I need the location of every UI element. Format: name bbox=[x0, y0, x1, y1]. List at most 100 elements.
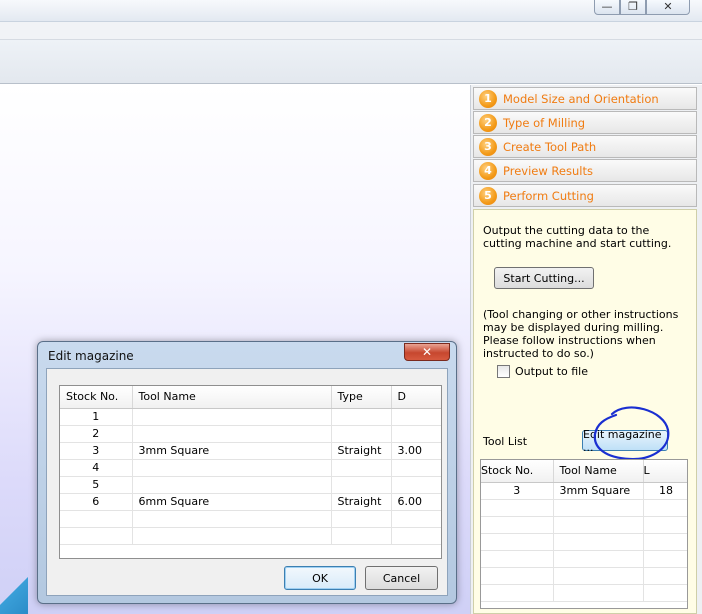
column-header[interactable]: Stock No. bbox=[481, 460, 554, 483]
step-label: Create Tool Path bbox=[503, 139, 597, 154]
table-row[interactable]: 4 bbox=[60, 459, 441, 477]
dialog-close-button[interactable]: ✕ bbox=[404, 343, 450, 361]
table-cell: 6.00 bbox=[391, 493, 441, 511]
table-cell: Straight bbox=[331, 493, 392, 511]
table-cell: 3mm Square bbox=[553, 482, 644, 500]
magazine-table: Stock No. Tool Name Type D 1 2 3 3mm Squa… bbox=[59, 385, 442, 559]
table-cell bbox=[331, 510, 392, 528]
instructions-note: (Tool changing or other instructions may… bbox=[483, 308, 679, 360]
table-row[interactable] bbox=[481, 550, 687, 568]
title-bar: — ❐ ✕ bbox=[0, 0, 702, 22]
table-cell bbox=[643, 584, 687, 602]
table-cell bbox=[132, 527, 332, 545]
canvas-accent bbox=[0, 574, 28, 614]
window-controls: — ❐ ✕ bbox=[594, 0, 698, 15]
step-label: Preview Results bbox=[503, 163, 593, 178]
start-cutting-button[interactable]: Start Cutting... bbox=[494, 267, 594, 289]
table-cell bbox=[331, 408, 392, 426]
edit-magazine-button[interactable]: Edit magazine ... bbox=[582, 428, 668, 454]
table-cell bbox=[553, 584, 644, 602]
step-number-icon: 5 bbox=[479, 186, 497, 205]
step-number-icon: 1 bbox=[479, 89, 497, 108]
step-label: Model Size and Orientation bbox=[503, 91, 659, 106]
output-to-file-option[interactable]: Output to file bbox=[497, 365, 588, 378]
step-type-of-milling[interactable]: 2 Type of Milling bbox=[473, 111, 697, 134]
step-perform-cutting[interactable]: 5 Perform Cutting bbox=[473, 184, 697, 207]
table-cell bbox=[331, 527, 392, 545]
table-cell bbox=[643, 533, 687, 551]
step-model-size[interactable]: 1 Model Size and Orientation bbox=[473, 87, 697, 110]
table-cell: 3.00 bbox=[391, 442, 441, 460]
step-create-tool-path[interactable]: 3 Create Tool Path bbox=[473, 135, 697, 158]
table-row[interactable] bbox=[60, 510, 441, 528]
table-cell bbox=[481, 584, 554, 602]
table-cell bbox=[331, 425, 392, 443]
toolbar bbox=[0, 40, 702, 84]
table-cell: 3mm Square bbox=[132, 442, 332, 460]
table-cell bbox=[331, 476, 392, 494]
column-header[interactable]: Tool Name bbox=[553, 460, 644, 483]
edit-magazine-dialog: Edit magazine ✕ Stock No. Tool Name Type… bbox=[37, 341, 457, 604]
table-row[interactable]: 2 bbox=[60, 425, 441, 443]
column-header[interactable]: Type bbox=[331, 386, 392, 409]
cancel-button[interactable]: Cancel bbox=[365, 566, 438, 590]
table-cell bbox=[643, 567, 687, 585]
table-row[interactable]: 5 bbox=[60, 476, 441, 494]
table-cell: 6mm Square bbox=[132, 493, 332, 511]
table-row[interactable] bbox=[481, 567, 687, 585]
column-header[interactable]: Tool Name bbox=[132, 386, 332, 409]
table-cell: 18 bbox=[643, 482, 687, 500]
table-row[interactable] bbox=[481, 533, 687, 551]
step-preview-results[interactable]: 4 Preview Results bbox=[473, 159, 697, 182]
table-cell: 5 bbox=[60, 476, 133, 494]
table-cell bbox=[643, 550, 687, 568]
table-cell: 3 bbox=[60, 442, 133, 460]
table-row[interactable]: 3 3mm Square Straight 3.00 bbox=[60, 442, 441, 460]
column-header[interactable]: D bbox=[391, 386, 441, 409]
magazine-grid: Stock No. Tool Name Type D 1 2 3 3mm Squa… bbox=[60, 386, 441, 545]
table-cell: 1 bbox=[60, 408, 133, 426]
dialog-title: Edit magazine bbox=[48, 349, 134, 363]
table-header-row: Stock No. Tool Name Type D bbox=[60, 386, 441, 409]
minimize-button[interactable]: — bbox=[594, 0, 620, 15]
close-window-button[interactable]: ✕ bbox=[646, 0, 690, 15]
table-cell bbox=[481, 499, 554, 517]
ok-button[interactable]: OK bbox=[284, 566, 356, 590]
menu-bar bbox=[0, 22, 702, 40]
table-cell bbox=[553, 550, 644, 568]
column-header[interactable]: L bbox=[643, 460, 687, 483]
wizard-panel: 1 Model Size and Orientation 2 Type of M… bbox=[470, 85, 702, 614]
step-label: Type of Milling bbox=[503, 115, 586, 130]
table-row[interactable]: 6 6mm Square Straight 6.00 bbox=[60, 493, 441, 511]
table-cell bbox=[391, 476, 441, 494]
table-row[interactable] bbox=[481, 584, 687, 602]
output-to-file-checkbox[interactable] bbox=[497, 365, 510, 378]
restore-button[interactable]: ❐ bbox=[620, 0, 646, 15]
table-cell: 6 bbox=[60, 493, 133, 511]
table-cell bbox=[553, 499, 644, 517]
table-cell bbox=[481, 567, 554, 585]
table-cell bbox=[391, 459, 441, 477]
table-row[interactable]: 3 3mm Square 18 bbox=[481, 482, 687, 500]
table-cell bbox=[132, 408, 332, 426]
table-cell bbox=[553, 567, 644, 585]
table-cell bbox=[481, 550, 554, 568]
table-cell bbox=[481, 516, 554, 534]
table-cell bbox=[391, 510, 441, 528]
table-cell bbox=[132, 476, 332, 494]
table-cell: 2 bbox=[60, 425, 133, 443]
table-cell bbox=[60, 510, 133, 528]
step-label: Perform Cutting bbox=[503, 188, 594, 203]
step-number-icon: 4 bbox=[479, 161, 497, 180]
table-row[interactable]: 1 bbox=[60, 408, 441, 426]
table-cell bbox=[643, 499, 687, 517]
table-row[interactable] bbox=[481, 499, 687, 517]
table-cell bbox=[553, 533, 644, 551]
column-header[interactable]: Stock No. bbox=[60, 386, 133, 409]
tool-list-table: Stock No. Tool Name L 3 3mm Square 18 bbox=[480, 459, 688, 609]
table-row[interactable] bbox=[481, 516, 687, 534]
table-cell: Straight bbox=[331, 442, 392, 460]
table-cell bbox=[481, 533, 554, 551]
table-cell bbox=[132, 510, 332, 528]
table-row[interactable] bbox=[60, 527, 441, 545]
